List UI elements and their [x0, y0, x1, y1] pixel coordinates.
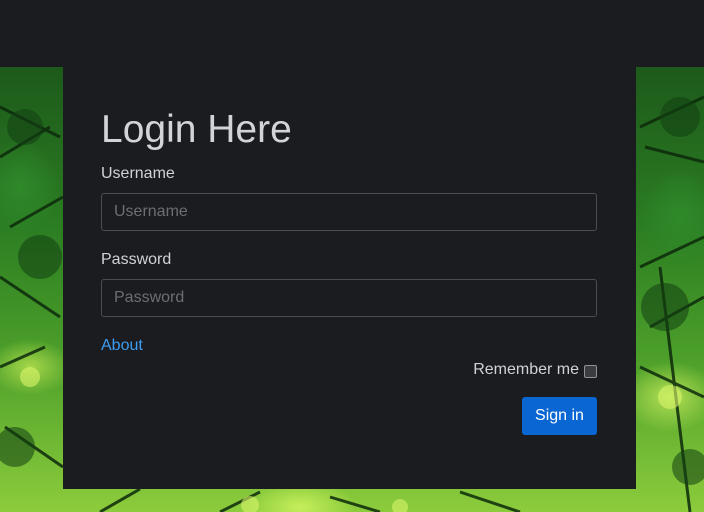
page-title: Login Here [101, 108, 292, 151]
username-input[interactable] [101, 193, 597, 231]
sign-in-button[interactable]: Sign in [522, 397, 597, 435]
about-link[interactable]: About [101, 337, 143, 355]
username-label: Username [101, 165, 175, 182]
login-panel: Login Here Username Password About Remem… [63, 67, 636, 489]
password-input[interactable] [101, 279, 597, 317]
top-bar [0, 0, 704, 67]
password-label: Password [101, 251, 172, 268]
remember-me-label: Remember me [473, 361, 579, 378]
remember-me: Remember me [473, 361, 597, 379]
remember-me-checkbox[interactable] [584, 364, 597, 378]
